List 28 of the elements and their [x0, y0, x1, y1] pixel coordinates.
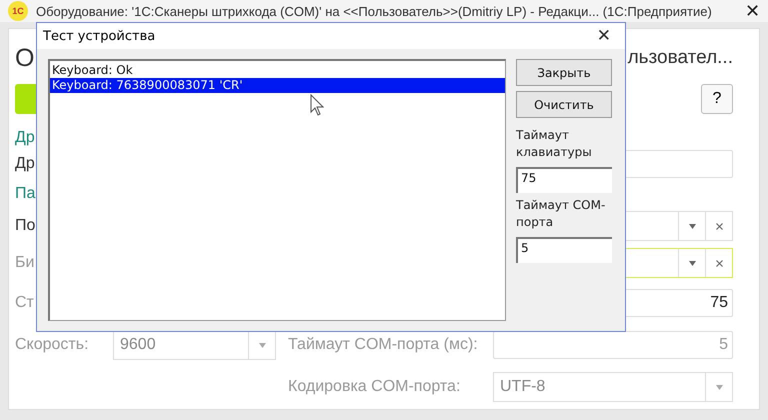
log-entry[interactable]: Keyboard: Ok: [50, 63, 505, 78]
field-label: Скорость:: [15, 336, 90, 354]
window-title: Оборудование: '1С:Сканеры штрихкода (COM)' на <<Пользователь>>(Dmitriy LP) - Редакци... (1С:Предприятие): [36, 4, 713, 18]
help-button[interactable]: ?: [701, 84, 733, 114]
log-entry[interactable]: Keyboard: 7638900083071 'CR': [50, 78, 505, 93]
field-label: Таймаут COM-порта: [516, 197, 606, 231]
clear-icon[interactable]: [716, 222, 722, 230]
close-button[interactable]: ✕: [596, 26, 611, 46]
form-heading: О: [15, 44, 34, 72]
field-label: Кодировка COM-порта:: [287, 378, 462, 396]
field-label: Ст: [15, 294, 35, 312]
close-button[interactable]: ✕: [745, 0, 760, 22]
cursor-icon: [310, 94, 324, 116]
field-label: Таймаут клавиатуры: [516, 127, 593, 161]
field-label: По: [15, 217, 36, 235]
field-label: Др: [15, 155, 36, 173]
dropdown-icon[interactable]: [688, 224, 696, 228]
field-label: Таймаут COM-порта (мс):: [287, 336, 479, 354]
form-heading: льзовател...: [628, 47, 733, 69]
field-label: Би: [15, 254, 36, 272]
dialog-button[interactable]: Закрыть: [516, 59, 612, 86]
section-heading: Др: [15, 129, 36, 147]
section-heading: Па: [15, 185, 36, 203]
input-field[interactable]: 5: [516, 237, 612, 263]
input-field[interactable]: 75: [516, 167, 612, 193]
app-logo: 1С: [8, 1, 28, 21]
dialog-button[interactable]: Очистить: [516, 91, 612, 118]
dialog-title: Тест устройства: [43, 28, 156, 44]
